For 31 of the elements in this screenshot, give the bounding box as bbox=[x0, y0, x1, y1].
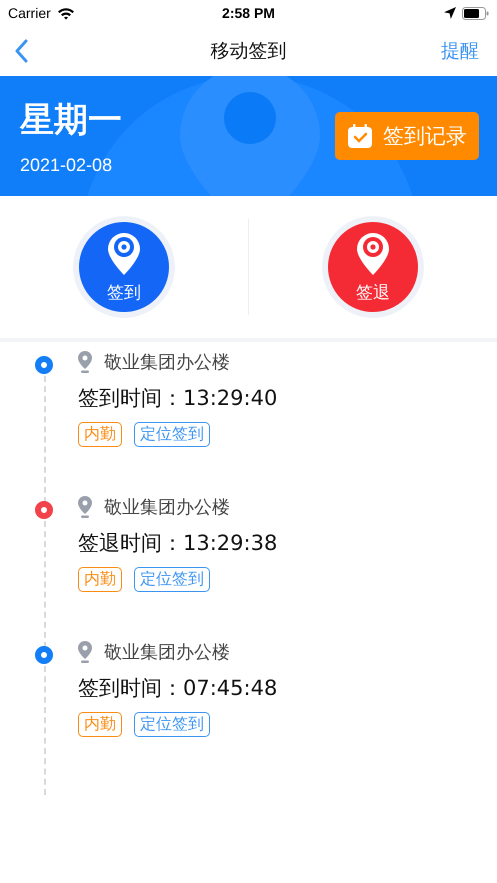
location-name: 敬业集团办公楼 bbox=[104, 496, 230, 519]
battery-icon bbox=[462, 6, 489, 20]
calendar-check-icon bbox=[347, 123, 373, 149]
tag: 内勤 bbox=[78, 567, 122, 592]
location-name: 敬业集团办公楼 bbox=[104, 351, 230, 374]
carrier-label: Carrier bbox=[8, 5, 51, 21]
weekday-label: 星期一 bbox=[20, 98, 122, 142]
tag: 定位签到 bbox=[134, 567, 210, 592]
clock-time: 2:58 PM bbox=[222, 5, 275, 21]
wifi-icon bbox=[56, 6, 75, 20]
remind-link[interactable]: 提醒 bbox=[441, 38, 479, 64]
back-icon[interactable] bbox=[14, 39, 28, 63]
date-label: 2021-02-08 bbox=[20, 154, 114, 176]
check-time: 签到时间：13:29:40 bbox=[78, 385, 278, 412]
tag: 内勤 bbox=[78, 712, 122, 737]
location-pin-icon bbox=[78, 641, 92, 663]
location-name: 敬业集团办公楼 bbox=[104, 641, 230, 664]
page-title: 移动签到 bbox=[210, 39, 286, 64]
check-time: 签到时间：07:45:48 bbox=[78, 675, 278, 702]
records-button[interactable]: 签到记录 bbox=[335, 112, 479, 160]
location-pin-icon bbox=[78, 496, 92, 518]
check-button[interactable]: 签退 bbox=[322, 216, 424, 318]
tag: 定位签到 bbox=[134, 422, 210, 447]
tag: 内勤 bbox=[78, 422, 122, 447]
location-arrow-icon bbox=[444, 7, 456, 19]
location-pin-icon bbox=[78, 351, 92, 373]
check-button[interactable]: 签到 bbox=[73, 216, 175, 318]
person-pin-icon bbox=[106, 230, 142, 276]
tag: 定位签到 bbox=[134, 712, 210, 737]
check-time: 签退时间：13:29:38 bbox=[78, 530, 278, 557]
person-pin-icon bbox=[355, 230, 391, 276]
